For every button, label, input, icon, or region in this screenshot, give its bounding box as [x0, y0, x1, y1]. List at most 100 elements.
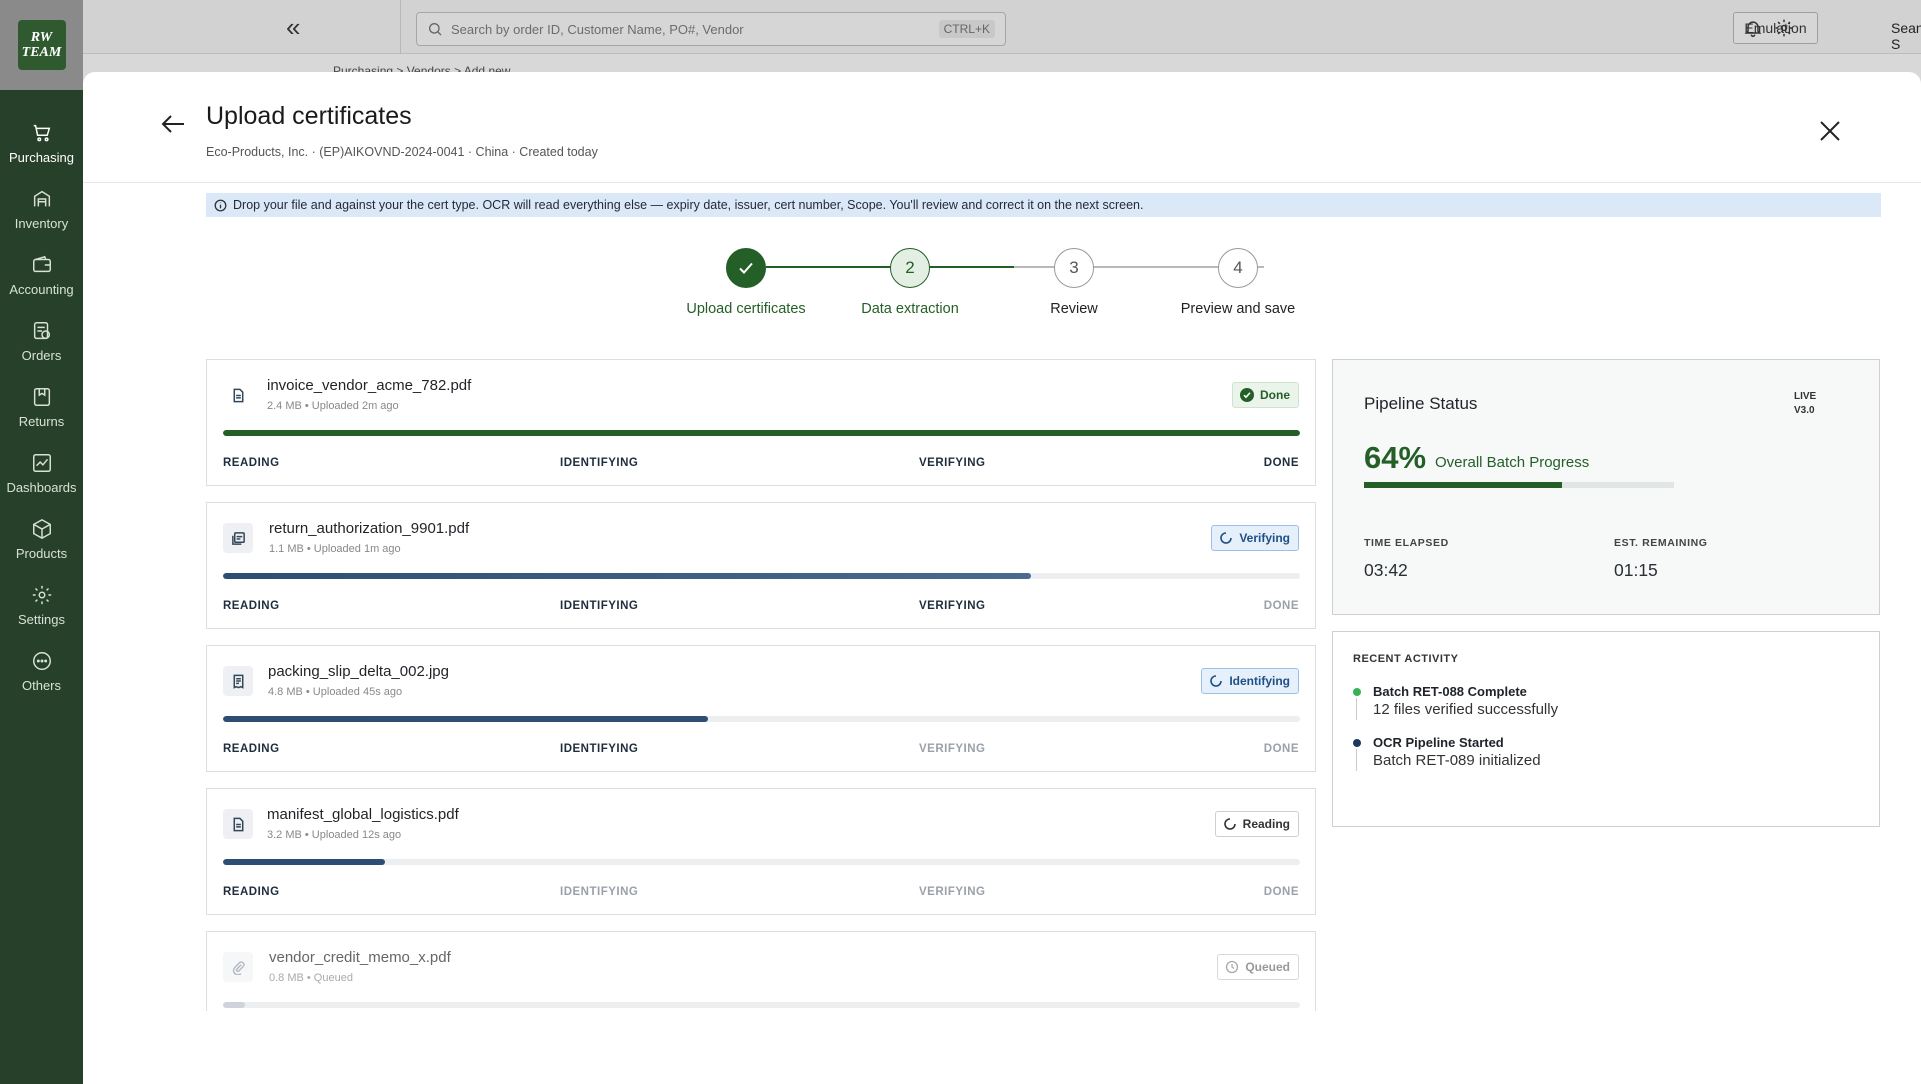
document-icon	[223, 380, 253, 410]
sidebar-item-products[interactable]: Products	[0, 506, 83, 572]
progress-fill	[223, 716, 708, 722]
file-card[interactable]: manifest_global_logistics.pdf 3.2 MB • U…	[206, 788, 1316, 915]
status-badge: Verifying	[1211, 525, 1299, 551]
search-box[interactable]: CTRL+K	[416, 12, 1006, 46]
file-card[interactable]: vendor_credit_memo_x.pdf 0.8 MB • Queued…	[206, 931, 1316, 1011]
spinner-icon	[1220, 532, 1233, 544]
step-4-circle[interactable]: 4	[1218, 248, 1258, 288]
gear-icon	[32, 585, 51, 604]
time-elapsed-label: TIME ELAPSED	[1364, 537, 1449, 549]
notifications-icon[interactable]	[1743, 18, 1763, 38]
status-badge: Done	[1232, 382, 1299, 408]
stage-identifying: IDENTIFYING	[560, 457, 639, 469]
step-3-circle[interactable]: 3	[1054, 248, 1094, 288]
logo[interactable]: RW TEAM	[0, 0, 83, 90]
time-elapsed-value: 03:42	[1364, 560, 1408, 580]
search-icon	[429, 23, 442, 36]
file-card[interactable]: return_authorization_9901.pdf 1.1 MB • U…	[206, 502, 1316, 629]
step-4-label: Preview and save	[1180, 301, 1296, 317]
status-badge: Queued	[1217, 954, 1299, 980]
stage-reading: READING	[223, 743, 280, 755]
step-2-circle[interactable]: 2	[890, 248, 930, 288]
stage-identifying: IDENTIFYING	[560, 743, 639, 755]
box-icon	[32, 518, 51, 539]
pipeline-status-panel: Pipeline Status LIVE V3.0 64% Overall Ba…	[1332, 359, 1880, 615]
info-banner: Drop your file and against your the cert…	[206, 193, 1881, 217]
step-connector-2a	[932, 266, 1014, 268]
sidebar: RW TEAM Purchasing Inventory Accounting O…	[0, 0, 83, 1084]
orders-icon	[33, 321, 50, 339]
sidebar-item-orders[interactable]: Orders	[0, 308, 83, 374]
info-text: Drop your file and against your the cert…	[233, 198, 1144, 212]
step-1-circle[interactable]	[726, 248, 766, 288]
stage-done: DONE	[1263, 600, 1299, 612]
pipeline-title: Pipeline Status	[1364, 394, 1478, 413]
status-text: Reading	[1242, 817, 1290, 831]
spinner-icon	[1210, 675, 1223, 687]
clock-icon	[1226, 960, 1239, 974]
spinner-icon	[1223, 818, 1236, 830]
file-meta: 4.8 MB • Uploaded 45s ago	[268, 686, 403, 698]
user-name[interactable]: Sean S	[1891, 20, 1921, 52]
attachment-icon	[223, 952, 253, 982]
topbar: « CTRL+K Emulation Sean S SS ▼	[83, 0, 1921, 54]
progress-track	[223, 859, 1300, 865]
progress-track	[223, 716, 1300, 722]
page-title: Upload certificates	[206, 102, 412, 130]
settings-gear-icon[interactable]	[1774, 18, 1794, 38]
sidebar-item-others[interactable]: Others	[0, 638, 83, 704]
file-name: vendor_credit_memo_x.pdf	[269, 949, 451, 966]
sidebar-item-accounting[interactable]: Accounting	[0, 242, 83, 308]
file-name: packing_slip_delta_002.jpg	[268, 663, 449, 680]
status-text: Done	[1260, 388, 1290, 402]
more-icon	[32, 651, 51, 670]
progress-track	[223, 430, 1300, 436]
close-icon[interactable]	[1819, 120, 1841, 142]
sidebar-item-label: Inventory	[14, 215, 69, 231]
file-card[interactable]: packing_slip_delta_002.jpg 4.8 MB • Uplo…	[206, 645, 1316, 772]
sidebar-nav: Purchasing Inventory Accounting Orders R…	[0, 110, 83, 704]
info-icon	[214, 199, 227, 211]
sidebar-item-label: Others	[21, 677, 61, 693]
recent-activity-panel: RECENT ACTIVITY Batch RET-088 Complete 1…	[1332, 631, 1880, 827]
sidebar-item-purchasing[interactable]: Purchasing	[0, 110, 83, 176]
sidebar-item-label: Dashboards	[6, 479, 77, 495]
stage-reading: READING	[223, 600, 280, 612]
logo-mark: RW TEAM	[17, 20, 66, 70]
sidebar-item-settings[interactable]: Settings	[0, 572, 83, 638]
live-badge: LIVE V3.0	[1794, 390, 1816, 418]
sidebar-item-dashboards[interactable]: Dashboards	[0, 440, 83, 506]
sidebar-item-label: Products	[15, 545, 68, 561]
file-meta: 0.8 MB • Queued	[269, 972, 353, 984]
status-dot	[1353, 688, 1361, 696]
file-meta: 1.1 MB • Uploaded 1m ago	[269, 543, 401, 555]
check-circle-icon	[1240, 388, 1254, 402]
sidebar-item-returns[interactable]: Returns	[0, 374, 83, 440]
warehouse-icon	[33, 190, 50, 206]
activity-item-title: OCR Pipeline Started	[1373, 735, 1504, 750]
sidebar-item-label: Purchasing	[8, 149, 75, 165]
sidebar-item-label: Orders	[21, 347, 62, 363]
back-arrow-icon[interactable]	[160, 112, 186, 136]
activity-title: RECENT ACTIVITY	[1353, 653, 1459, 665]
search-input[interactable]	[451, 21, 939, 37]
wallet-icon	[32, 255, 51, 272]
timeline-line	[1356, 698, 1357, 720]
sidebar-item-inventory[interactable]: Inventory	[0, 176, 83, 242]
file-name: manifest_global_logistics.pdf	[267, 806, 459, 823]
progress-track	[223, 1002, 1300, 1008]
progress-fill	[223, 573, 1031, 579]
stage-verifying: VERIFYING	[919, 886, 986, 898]
remaining-label: EST. REMAINING	[1614, 537, 1708, 549]
file-card[interactable]: invoice_vendor_acme_782.pdf 2.4 MB • Upl…	[206, 359, 1316, 486]
receipt-icon	[223, 666, 253, 696]
stage-verifying: VERIFYING	[919, 600, 986, 612]
sidebar-item-label: Accounting	[9, 281, 74, 297]
progress-fill	[223, 430, 1300, 436]
cart-icon	[33, 124, 50, 141]
batch-progress-track	[1364, 482, 1674, 488]
file-meta: 3.2 MB • Uploaded 12s ago	[267, 829, 402, 841]
header-divider	[83, 182, 1921, 183]
collapse-sidebar-icon[interactable]: «	[286, 14, 300, 40]
status-badge: Reading	[1214, 811, 1299, 837]
